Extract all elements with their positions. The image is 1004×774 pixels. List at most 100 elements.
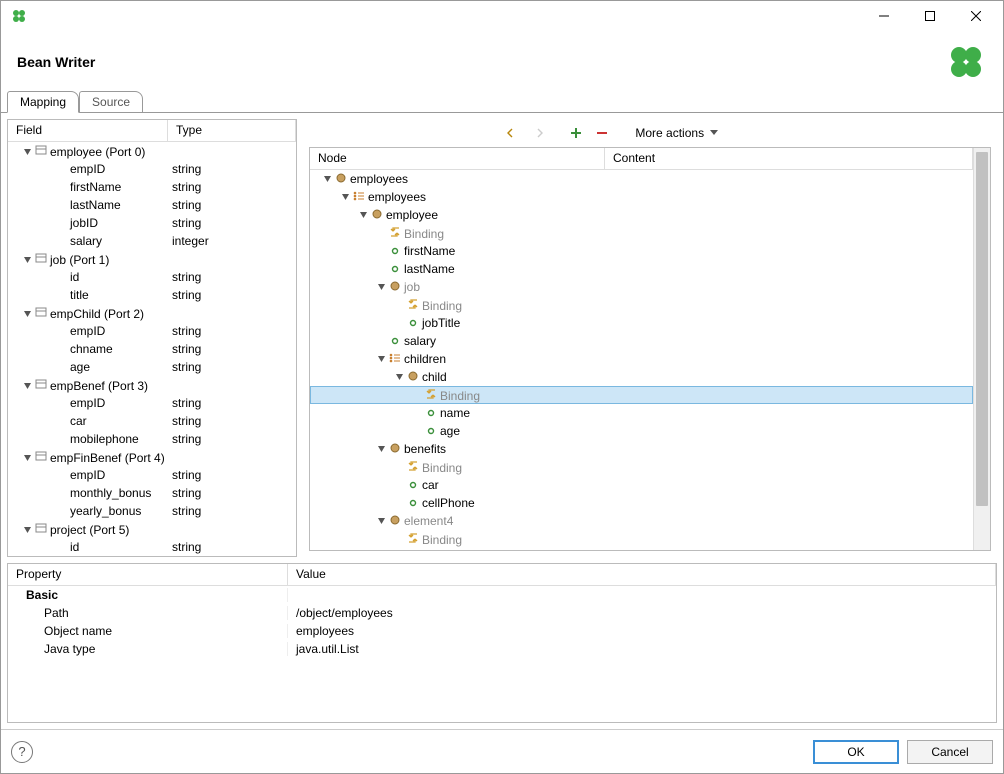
- fields-header-field[interactable]: Field: [8, 120, 168, 141]
- node-label: employees: [368, 190, 426, 204]
- field-label: id: [70, 270, 79, 284]
- field-row[interactable]: salaryinteger: [8, 232, 296, 250]
- node-row[interactable]: firstName: [310, 242, 973, 260]
- expander-icon[interactable]: [20, 309, 34, 318]
- expander-icon[interactable]: [374, 444, 388, 453]
- field-row[interactable]: empIDstring: [8, 466, 296, 484]
- node-row[interactable]: element4: [310, 512, 973, 530]
- field-row[interactable]: empIDstring: [8, 160, 296, 178]
- node-row[interactable]: jobTitle: [310, 314, 973, 332]
- nodes-header-content[interactable]: Content: [605, 148, 973, 169]
- node-row[interactable]: job: [310, 278, 973, 296]
- undo-button[interactable]: [501, 122, 523, 144]
- field-row[interactable]: job (Port 1): [8, 250, 296, 268]
- binding-icon: [406, 298, 420, 310]
- nodes-tree[interactable]: employeesemployeesemployeeBindingfirstNa…: [310, 170, 973, 550]
- field-row[interactable]: empIDstring: [8, 322, 296, 340]
- redo-button[interactable]: [527, 122, 549, 144]
- expander-icon[interactable]: [338, 192, 352, 201]
- node-row[interactable]: car: [310, 476, 973, 494]
- property-row[interactable]: Path/object/employees: [8, 604, 996, 622]
- node-row[interactable]: age: [310, 422, 973, 440]
- maximize-button[interactable]: [907, 1, 953, 31]
- field-row[interactable]: yearly_bonusstring: [8, 502, 296, 520]
- field-row[interactable]: empFinBenef (Port 4): [8, 448, 296, 466]
- node-row[interactable]: children: [310, 350, 973, 368]
- field-row[interactable]: lastNamestring: [8, 196, 296, 214]
- tab-source[interactable]: Source: [79, 91, 143, 112]
- property-value[interactable]: employees: [288, 624, 996, 638]
- field-row[interactable]: agestring: [8, 358, 296, 376]
- properties-header-value[interactable]: Value: [288, 564, 996, 585]
- node-row[interactable]: employee: [310, 206, 973, 224]
- properties-header-property[interactable]: Property: [8, 564, 288, 585]
- node-row[interactable]: cellPhone: [310, 494, 973, 512]
- expander-icon[interactable]: [356, 210, 370, 219]
- property-row[interactable]: Object nameemployees: [8, 622, 996, 640]
- binding-icon: [406, 460, 420, 472]
- node-row[interactable]: Binding: [310, 224, 973, 242]
- field-label: title: [70, 288, 89, 302]
- field-row[interactable]: chnamestring: [8, 340, 296, 358]
- node-row[interactable]: Binding: [310, 296, 973, 314]
- property-value[interactable]: java.util.List: [288, 642, 996, 656]
- expander-icon[interactable]: [320, 174, 334, 183]
- nodes-header-node[interactable]: Node: [310, 148, 605, 169]
- port-icon: [34, 252, 48, 264]
- nodes-scrollbar[interactable]: [973, 148, 990, 550]
- tab-mapping[interactable]: Mapping: [7, 91, 79, 113]
- field-row[interactable]: firstNamestring: [8, 178, 296, 196]
- fields-tree[interactable]: employee (Port 0)empIDstringfirstNamestr…: [8, 142, 296, 556]
- cancel-button[interactable]: Cancel: [907, 740, 993, 764]
- expander-icon[interactable]: [374, 354, 388, 363]
- close-button[interactable]: [953, 1, 999, 31]
- node-row[interactable]: benefits: [310, 440, 973, 458]
- field-row[interactable]: idstring: [8, 268, 296, 286]
- field-row[interactable]: monthly_bonusstring: [8, 484, 296, 502]
- minimize-button[interactable]: [861, 1, 907, 31]
- node-row[interactable]: Binding: [310, 458, 973, 476]
- ok-button[interactable]: OK: [813, 740, 899, 764]
- expander-icon[interactable]: [392, 372, 406, 381]
- dot-icon: [388, 265, 402, 273]
- remove-button[interactable]: [591, 122, 613, 144]
- more-actions-dropdown[interactable]: More actions: [629, 122, 724, 144]
- expander-icon[interactable]: [374, 516, 388, 525]
- expander-icon[interactable]: [20, 255, 34, 264]
- node-row[interactable]: name: [310, 404, 973, 422]
- expander-icon[interactable]: [20, 453, 34, 462]
- properties-panel: Property Value BasicPath/object/employee…: [7, 563, 997, 723]
- node-row[interactable]: child: [310, 368, 973, 386]
- node-label: Binding: [422, 299, 462, 313]
- node-row[interactable]: Binding: [310, 386, 973, 404]
- field-row[interactable]: carstring: [8, 412, 296, 430]
- expander-icon[interactable]: [20, 147, 34, 156]
- property-value[interactable]: /object/employees: [288, 606, 996, 620]
- field-row[interactable]: titlestring: [8, 286, 296, 304]
- field-row[interactable]: jobIDstring: [8, 214, 296, 232]
- node-row[interactable]: employees: [310, 170, 973, 188]
- field-row[interactable]: empIDstring: [8, 394, 296, 412]
- field-row[interactable]: empBenef (Port 3): [8, 376, 296, 394]
- node-row[interactable]: lastName: [310, 260, 973, 278]
- node-row[interactable]: Binding: [310, 530, 973, 548]
- list-icon: [388, 353, 402, 363]
- node-row[interactable]: employees: [310, 188, 973, 206]
- field-row[interactable]: idstring: [8, 538, 296, 556]
- fields-header-type[interactable]: Type: [168, 120, 296, 141]
- node-row[interactable]: monthlyBonus: [310, 548, 973, 550]
- help-button[interactable]: ?: [11, 741, 33, 763]
- field-row[interactable]: project (Port 5): [8, 520, 296, 538]
- node-row[interactable]: salary: [310, 332, 973, 350]
- property-row[interactable]: Java typejava.util.List: [8, 640, 996, 658]
- expander-icon[interactable]: [20, 525, 34, 534]
- expander-icon[interactable]: [374, 282, 388, 291]
- field-row[interactable]: employee (Port 0): [8, 142, 296, 160]
- properties-body[interactable]: BasicPath/object/employeesObject nameemp…: [8, 586, 996, 722]
- app-icon: [11, 8, 27, 24]
- add-button[interactable]: [565, 122, 587, 144]
- field-row[interactable]: mobilephonestring: [8, 430, 296, 448]
- expander-icon[interactable]: [20, 381, 34, 390]
- field-label: empID: [70, 162, 105, 176]
- field-row[interactable]: empChild (Port 2): [8, 304, 296, 322]
